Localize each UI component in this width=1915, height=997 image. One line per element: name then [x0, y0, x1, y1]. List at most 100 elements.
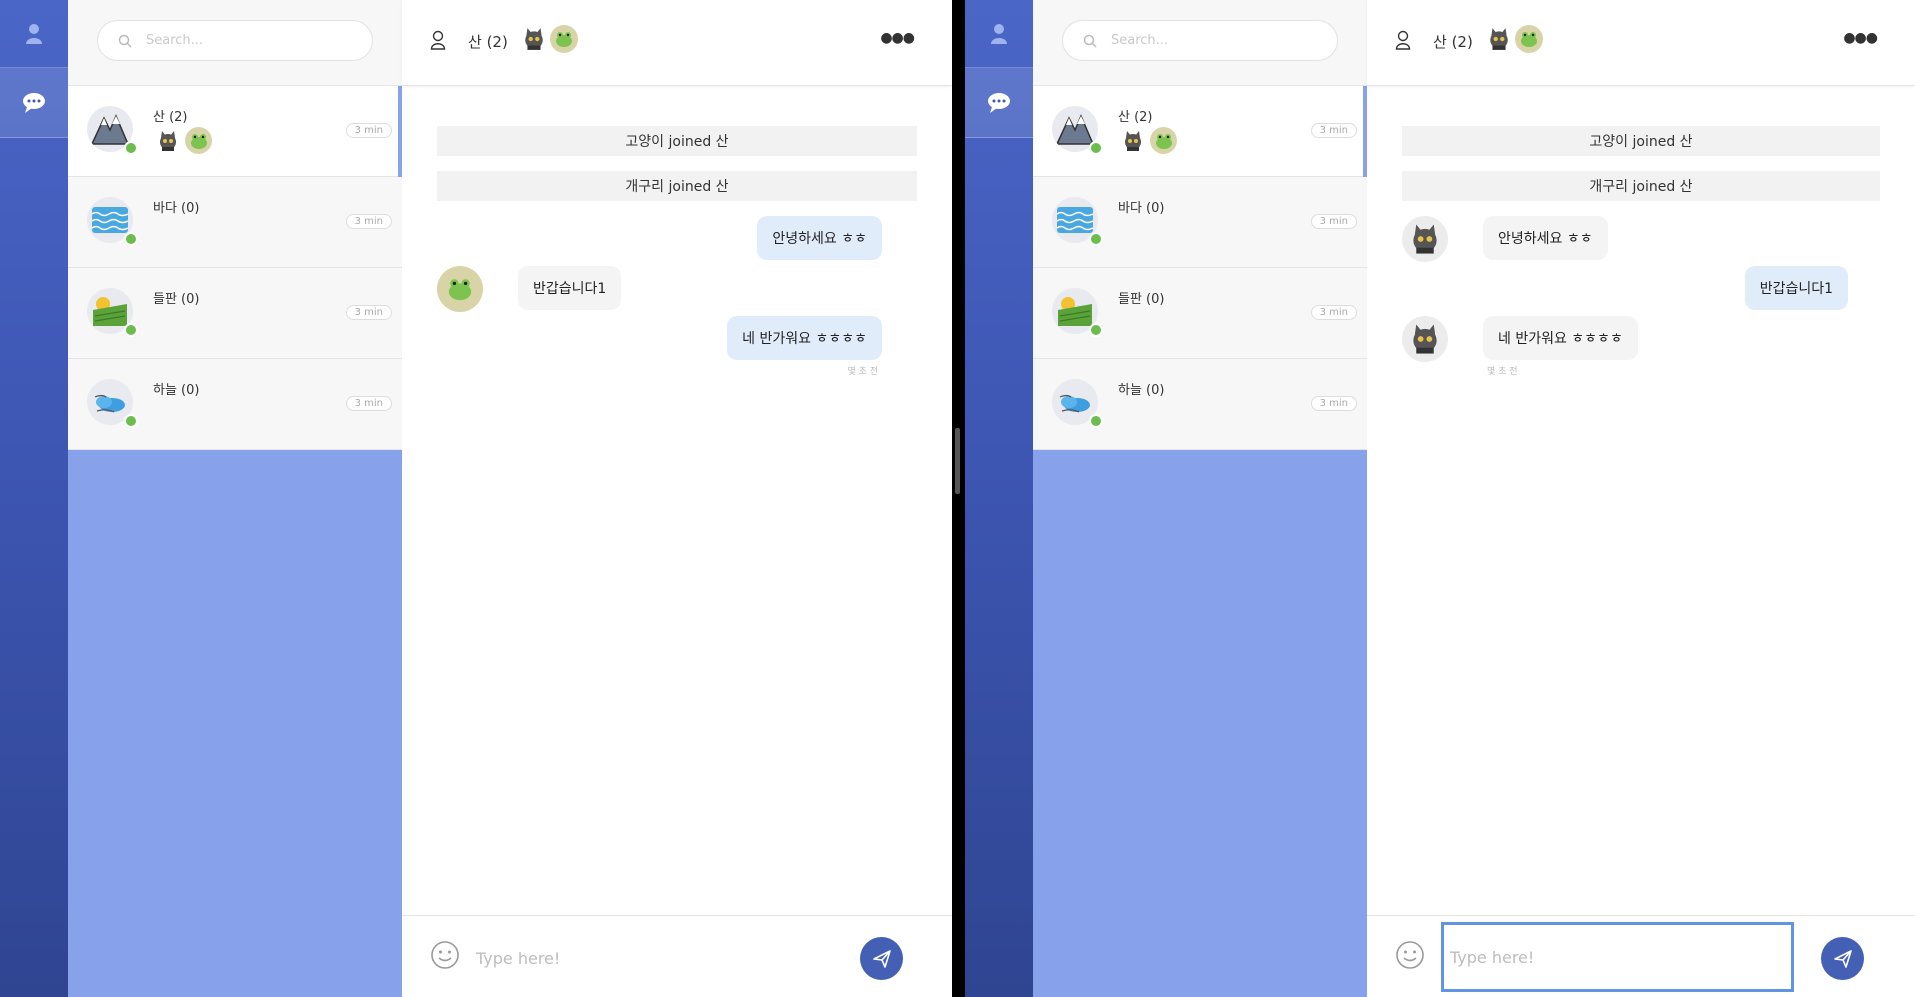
- chat-header: 산 (2) ●●●: [402, 0, 952, 86]
- smile-icon: [1396, 941, 1424, 969]
- send-icon: [1833, 949, 1852, 968]
- message-bubble-mine: 안녕하세요 ㅎㅎ: [757, 216, 882, 260]
- cat-avatar-icon: [520, 25, 548, 53]
- room-item-mountain[interactable]: 산 (2) 3 min: [1033, 86, 1367, 177]
- online-indicator: [124, 414, 138, 428]
- send-icon: [872, 949, 891, 968]
- room-time-badge: 3 min: [1310, 214, 1357, 229]
- system-message: 개구리 joined 산: [1402, 171, 1880, 201]
- room-name: 하늘 (0): [1118, 383, 1165, 398]
- search-icon: [118, 34, 132, 48]
- room-time-badge: 3 min: [345, 305, 392, 320]
- room-name: 하늘 (0): [153, 383, 200, 398]
- message-list: 고양이 joined 산 개구리 joined 산 안녕하세요 ㅎㅎ 반갑습니다…: [1367, 86, 1915, 915]
- cat-avatar-icon: [1485, 25, 1513, 53]
- room-name: 들판 (0): [153, 292, 200, 307]
- split-divider-handle[interactable]: [955, 428, 960, 494]
- header-members: [1485, 25, 1543, 53]
- cat-avatar-icon: [1119, 127, 1146, 154]
- room-item-mountain[interactable]: 산 (2) 3 min: [68, 86, 402, 177]
- frog-avatar-icon: [1515, 25, 1543, 53]
- composer: [402, 915, 952, 997]
- message-input[interactable]: [476, 938, 846, 978]
- room-time-badge: 3 min: [345, 396, 392, 411]
- emoji-button[interactable]: [430, 940, 460, 974]
- room-list-panel: 산 (2) 3 min 바다 (0) 3 min: [68, 0, 402, 997]
- search-box: [1062, 20, 1338, 61]
- search-input[interactable]: [146, 33, 346, 48]
- frog-avatar-icon: [1150, 127, 1177, 154]
- room-item-field[interactable]: 들판 (0) 3 min: [1033, 268, 1367, 359]
- message-bubble-theirs: 네 반가워요 ㅎㅎㅎㅎ: [1483, 316, 1638, 360]
- message-bubble-theirs: 반갑습니다1: [518, 266, 622, 310]
- nav-chat[interactable]: [0, 68, 68, 138]
- search-box: [97, 20, 373, 61]
- nav-profile[interactable]: [965, 0, 1033, 68]
- chat-icon: [23, 92, 45, 113]
- room-item-field[interactable]: 들판 (0) 3 min: [68, 268, 402, 359]
- message-bubble-mine: 네 반가워요 ㅎㅎㅎㅎ: [727, 316, 882, 360]
- room-name: 산 (2): [1118, 110, 1153, 125]
- message-bubble-mine: 반갑습니다1: [1744, 266, 1848, 310]
- right-app-window: 산 (2) 3 min 바다 (0) 3 min: [965, 0, 1915, 997]
- side-nav: [965, 0, 1033, 997]
- frog-avatar-icon: [185, 127, 212, 154]
- split-screen: 산 (2) 3 min 바다 (0) 3 min: [0, 0, 1915, 997]
- composer: [1367, 915, 1915, 997]
- room-item-sea[interactable]: 바다 (0) 3 min: [68, 177, 402, 268]
- online-indicator: [1089, 323, 1103, 337]
- emoji-button[interactable]: [1395, 940, 1425, 974]
- chat-panel: 산 (2) ●●● 고양이 joined 산 개구리 joined 산 안녕하세…: [402, 0, 952, 997]
- room-time-badge: 3 min: [345, 123, 392, 138]
- nav-profile[interactable]: [0, 0, 68, 68]
- participants-button[interactable]: [430, 30, 446, 54]
- online-indicator: [1089, 414, 1103, 428]
- online-indicator: [1089, 141, 1103, 155]
- search-area: [1033, 0, 1367, 86]
- user-outline-icon: [430, 30, 446, 50]
- room-name: 들판 (0): [1118, 292, 1165, 307]
- search-area: [68, 0, 402, 86]
- side-nav: [0, 0, 68, 997]
- frog-avatar-icon: [550, 25, 578, 53]
- chat-header: 산 (2) ●●●: [1367, 0, 1915, 86]
- more-options-icon[interactable]: ●●●: [880, 30, 915, 46]
- room-name: 바다 (0): [153, 201, 200, 216]
- message-timestamp: 몇 초 전: [1487, 367, 1518, 377]
- send-button[interactable]: [860, 937, 903, 980]
- frog-avatar-icon: [437, 266, 483, 312]
- room-item-sky[interactable]: 하늘 (0) 3 min: [1033, 359, 1367, 450]
- message-timestamp: 몇 초 전: [847, 367, 878, 377]
- room-time-badge: 3 min: [1310, 396, 1357, 411]
- header-members: [520, 25, 578, 53]
- smile-icon: [431, 941, 459, 969]
- online-indicator: [124, 323, 138, 337]
- online-indicator: [124, 141, 138, 155]
- more-options-icon[interactable]: ●●●: [1843, 30, 1878, 46]
- room-item-sea[interactable]: 바다 (0) 3 min: [1033, 177, 1367, 268]
- search-input[interactable]: [1111, 33, 1311, 48]
- system-message: 고양이 joined 산: [1402, 126, 1880, 156]
- user-icon: [26, 23, 42, 44]
- left-app-window: 산 (2) 3 min 바다 (0) 3 min: [0, 0, 952, 997]
- room-name: 바다 (0): [1118, 201, 1165, 216]
- user-outline-icon: [1395, 30, 1411, 50]
- room-item-sky[interactable]: 하늘 (0) 3 min: [68, 359, 402, 450]
- nav-chat[interactable]: [965, 68, 1033, 138]
- message-list: 고양이 joined 산 개구리 joined 산 안녕하세요 ㅎㅎ 반갑습니다…: [402, 86, 952, 915]
- room-time-badge: 3 min: [1310, 305, 1357, 320]
- message-input[interactable]: [1441, 922, 1794, 992]
- room-members: [1119, 127, 1177, 154]
- room-time-badge: 3 min: [1310, 123, 1357, 138]
- send-button[interactable]: [1821, 937, 1864, 980]
- cat-avatar-icon: [154, 127, 181, 154]
- system-message: 개구리 joined 산: [437, 171, 917, 201]
- online-indicator: [1089, 232, 1103, 246]
- participants-button[interactable]: [1395, 30, 1411, 54]
- chat-icon: [988, 92, 1010, 113]
- online-indicator: [124, 232, 138, 246]
- room-members: [154, 127, 212, 154]
- system-message: 고양이 joined 산: [437, 126, 917, 156]
- chat-panel: 산 (2) ●●● 고양이 joined 산 개구리 joined 산 안녕하세…: [1367, 0, 1915, 997]
- cat-avatar-icon: [1402, 316, 1448, 362]
